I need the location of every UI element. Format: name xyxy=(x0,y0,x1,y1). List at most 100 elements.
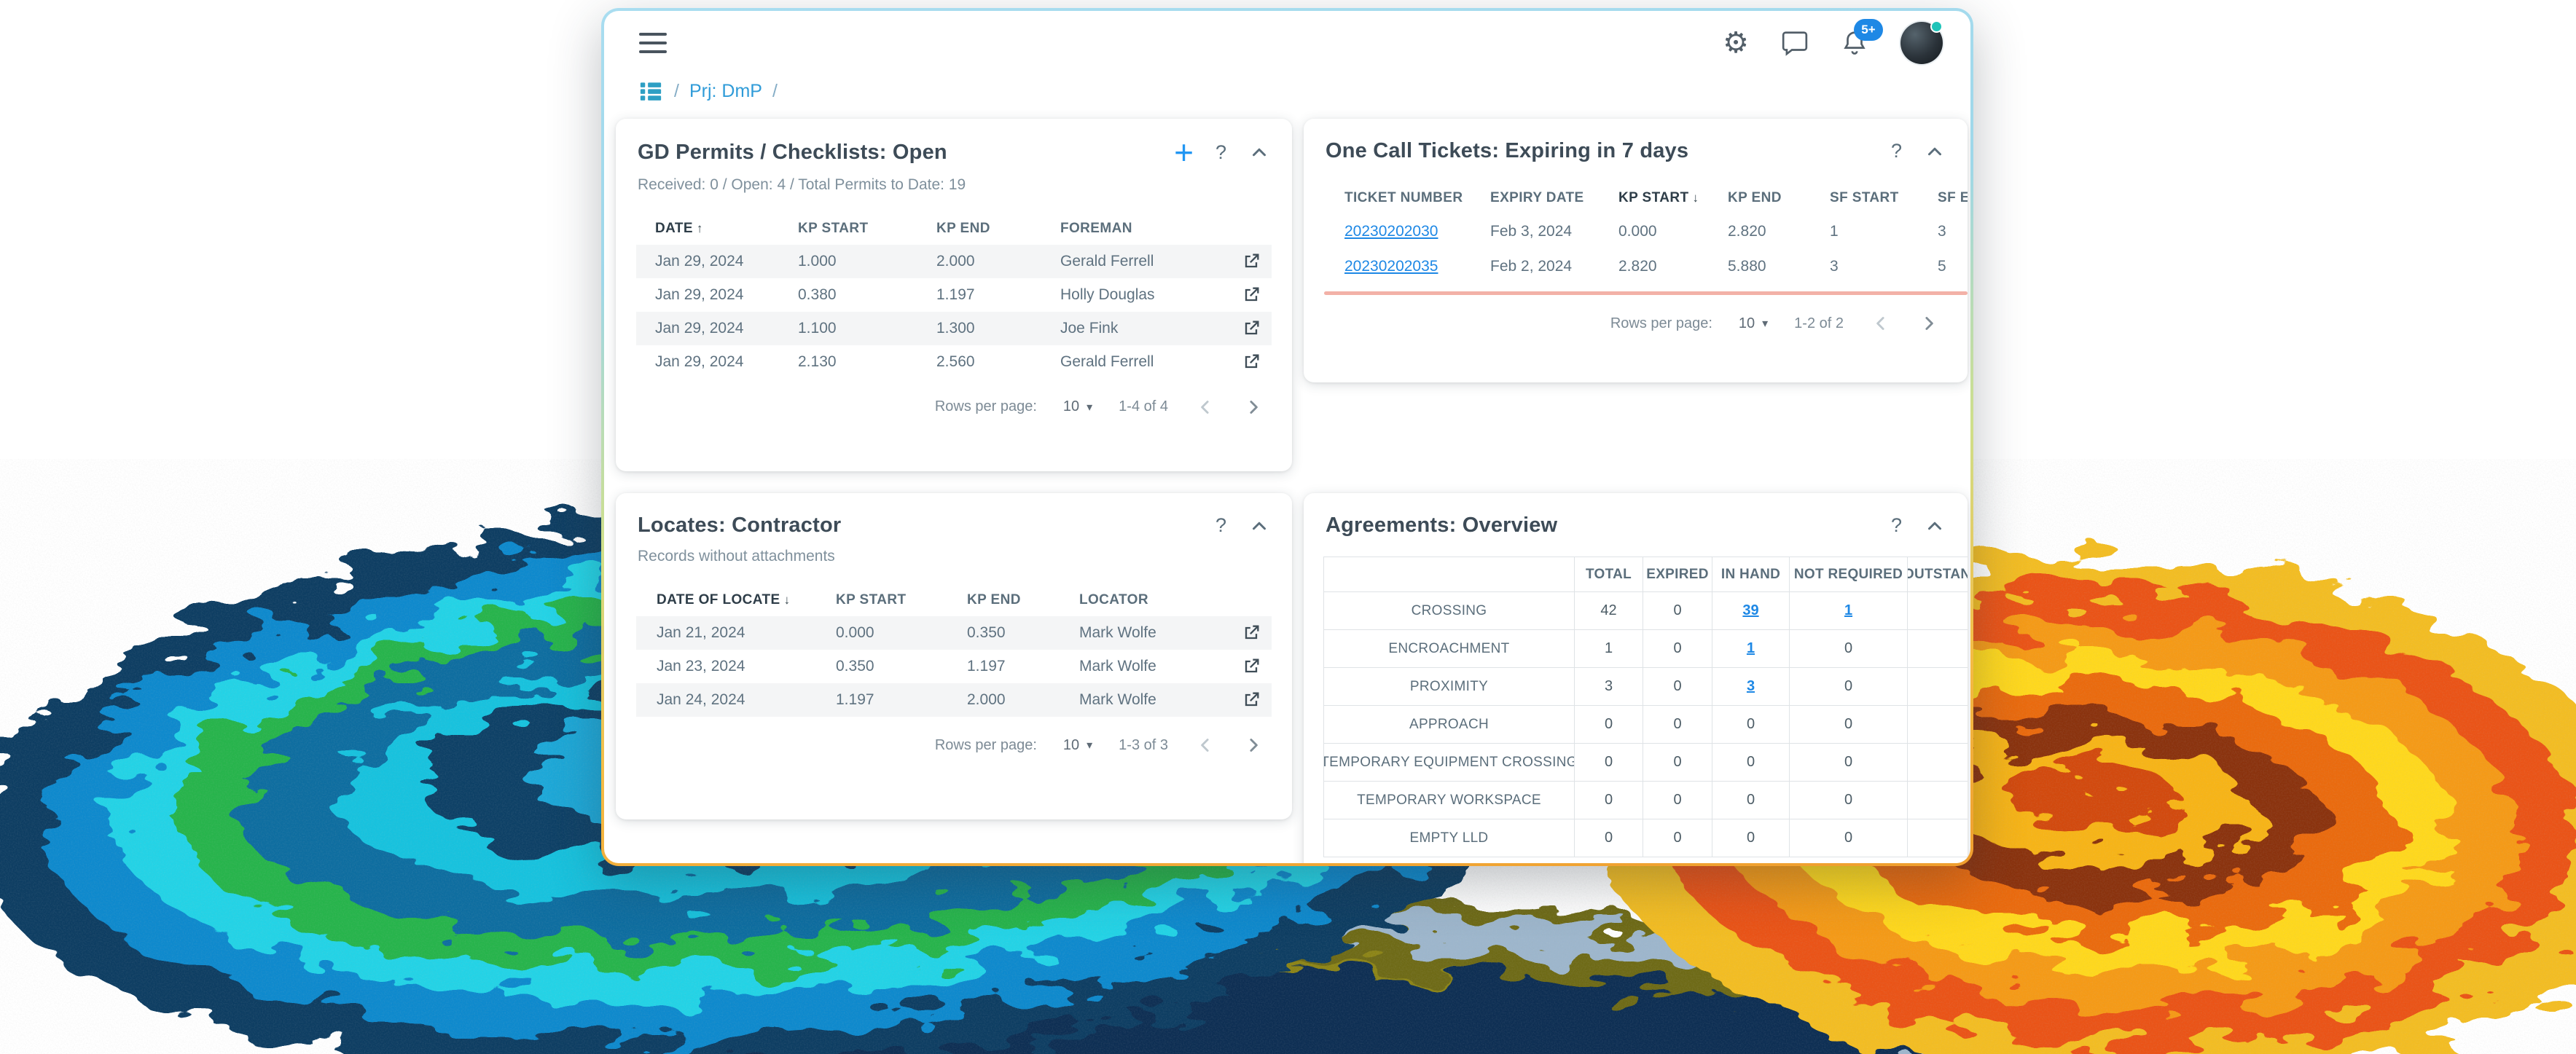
table-row: ENCROACHMENT 1 0 1 0 xyxy=(1323,630,1968,668)
cell-date: Jan 29, 2024 xyxy=(655,253,798,270)
collapse-button[interactable] xyxy=(1924,515,1946,537)
add-button[interactable]: + xyxy=(1174,139,1194,166)
cell-foreman: Gerald Ferrell xyxy=(1060,253,1229,270)
in-hand-link[interactable]: 39 xyxy=(1742,602,1758,619)
open-record-button[interactable] xyxy=(1241,285,1272,305)
col-foreman[interactable]: FOREMAN xyxy=(1060,221,1229,237)
in-hand-link[interactable]: 3 xyxy=(1747,678,1755,695)
list-icon[interactable] xyxy=(638,78,664,104)
rows-per-page-select[interactable]: 10▾ xyxy=(1739,315,1768,332)
cell-sf-start: 1 xyxy=(1830,223,1938,240)
cell-sf-end: 3 xyxy=(1938,223,1968,240)
menu-button[interactable] xyxy=(639,33,667,53)
table-row: Jan 23, 2024 0.350 1.197 Mark Wolfe xyxy=(636,650,1272,683)
tickets-table: TICKET NUMBER EXPIRY DATE KP START↓ KP E… xyxy=(1324,182,1968,284)
col-kp-start[interactable]: KP START xyxy=(836,592,967,608)
col-locator[interactable]: LOCATOR xyxy=(1079,592,1229,608)
rows-per-page-select[interactable]: 10▾ xyxy=(1063,737,1092,754)
cell-kp-end: 5.880 xyxy=(1728,258,1830,275)
col-sf-end[interactable]: SF END xyxy=(1938,190,1968,206)
open-in-new-icon xyxy=(1241,285,1261,305)
table-row: APPROACH 0 0 0 0 xyxy=(1323,706,1968,744)
collapse-button[interactable] xyxy=(1924,141,1946,162)
rows-per-page-label: Rows per page: xyxy=(1610,315,1712,332)
cell-kp-end: 2.000 xyxy=(936,253,1060,270)
breadcrumb: / Prj: DmP / xyxy=(604,75,1970,104)
col-kp-end[interactable]: KP END xyxy=(967,592,1079,608)
table-row: 20230202035 Feb 2, 2024 2.820 5.880 3 5 xyxy=(1324,249,1968,284)
help-button[interactable]: ? xyxy=(1891,140,1902,162)
col-date-of-locate[interactable]: DATE OF LOCATE↓ xyxy=(657,592,836,608)
collapse-button[interactable] xyxy=(1248,515,1270,537)
notifications-icon[interactable]: 5+ xyxy=(1841,29,1868,57)
previous-page-button[interactable] xyxy=(1870,312,1892,334)
next-page-button[interactable] xyxy=(1918,312,1940,334)
table-header-row: TOTAL EXPIRED IN HAND NOT REQUIRED OUTST… xyxy=(1323,557,1968,592)
col-kp-end[interactable]: KP END xyxy=(1728,190,1830,206)
breadcrumb-project-link[interactable]: Prj: DmP xyxy=(689,81,762,102)
next-page-button[interactable] xyxy=(1242,396,1264,418)
avatar[interactable] xyxy=(1900,22,1943,64)
settings-icon[interactable]: ⚙ xyxy=(1723,28,1749,58)
table-row: TEMPORARY EQUIPMENT CROSSING 0 0 0 0 xyxy=(1323,744,1968,782)
open-record-button[interactable] xyxy=(1241,352,1272,372)
col-outstanding: OUTSTANDING xyxy=(1908,557,1968,592)
col-kp-start[interactable]: KP START↓ xyxy=(1618,190,1728,206)
cell-kp-end: 2.820 xyxy=(1728,223,1830,240)
sort-asc-icon: ↑ xyxy=(697,221,703,235)
app-window: ⚙ 5+ / xyxy=(601,8,1973,866)
sort-desc-icon: ↓ xyxy=(1692,191,1699,205)
table-row: TEMPORARY WORKSPACE 0 0 0 0 xyxy=(1323,782,1968,819)
cell-sf-end: 5 xyxy=(1938,258,1968,275)
open-record-button[interactable] xyxy=(1241,690,1272,710)
agreements-table: TOTAL EXPIRED IN HAND NOT REQUIRED OUTST… xyxy=(1323,557,1968,857)
cell-foreman: Holly Douglas xyxy=(1060,286,1229,304)
open-record-button[interactable] xyxy=(1241,251,1272,272)
table-row: Jan 29, 2024 0.380 1.197 Holly Douglas xyxy=(636,278,1272,312)
col-expiry-date[interactable]: EXPIRY DATE xyxy=(1490,190,1618,206)
col-ticket-number[interactable]: TICKET NUMBER xyxy=(1344,190,1490,206)
permits-table: DATE↑ KP START KP END FOREMAN Jan 29, 20… xyxy=(636,213,1272,379)
tickets-card: One Call Tickets: Expiring in 7 days ? T… xyxy=(1304,119,1968,382)
ticket-link[interactable]: 20230202030 xyxy=(1344,223,1490,240)
open-record-button[interactable] xyxy=(1241,623,1272,643)
rows-per-page-select[interactable]: 10▾ xyxy=(1063,398,1092,415)
col-total: TOTAL xyxy=(1575,557,1643,592)
open-record-button[interactable] xyxy=(1241,318,1272,339)
cell-date: Jan 29, 2024 xyxy=(655,320,798,337)
menu-bar xyxy=(639,50,667,53)
help-button[interactable]: ? xyxy=(1891,514,1902,537)
col-kp-end[interactable]: KP END xyxy=(936,221,1060,237)
table-row: EMPTY LLD 0 0 0 0 xyxy=(1323,819,1968,857)
chat-icon[interactable] xyxy=(1781,29,1809,57)
cell-expiry: Feb 2, 2024 xyxy=(1490,258,1618,275)
collapse-button[interactable] xyxy=(1248,141,1270,163)
help-button[interactable]: ? xyxy=(1215,141,1226,164)
top-bar-actions: ⚙ 5+ xyxy=(1723,22,1943,64)
pagination: Rows per page: 10▾ 1-4 of 4 xyxy=(616,379,1292,433)
desktop: ⚙ 5+ / xyxy=(0,0,2576,1054)
col-kp-start[interactable]: KP START xyxy=(798,221,936,237)
pagination-range: 1-3 of 3 xyxy=(1119,737,1168,754)
table-row: Jan 24, 2024 1.197 2.000 Mark Wolfe xyxy=(636,683,1272,717)
top-bar: ⚙ 5+ xyxy=(604,11,1970,75)
cell-kp-end: 2.000 xyxy=(967,691,1079,709)
col-date[interactable]: DATE↑ xyxy=(655,221,798,237)
pagination: Rows per page: 10▾ 1-2 of 2 xyxy=(1304,295,1968,349)
open-in-new-icon xyxy=(1241,623,1261,643)
help-button[interactable]: ? xyxy=(1215,514,1226,537)
col-sf-start[interactable]: SF START xyxy=(1830,190,1938,206)
not-required-link[interactable]: 1 xyxy=(1844,602,1852,619)
open-record-button[interactable] xyxy=(1241,656,1272,677)
ticket-link[interactable]: 20230202035 xyxy=(1344,258,1490,275)
card-subtitle: Records without attachments xyxy=(616,538,1292,565)
card-title: One Call Tickets: Expiring in 7 days xyxy=(1326,139,1688,163)
cell-locator: Mark Wolfe xyxy=(1079,691,1229,709)
next-page-button[interactable] xyxy=(1242,734,1264,756)
previous-page-button[interactable] xyxy=(1194,396,1216,418)
previous-page-button[interactable] xyxy=(1194,734,1216,756)
cell-date: Jan 29, 2024 xyxy=(655,286,798,304)
cell-kp-start: 2.820 xyxy=(1618,258,1728,275)
in-hand-link[interactable]: 1 xyxy=(1747,640,1755,657)
table-row: 20230202030 Feb 3, 2024 0.000 2.820 1 3 xyxy=(1324,214,1968,249)
